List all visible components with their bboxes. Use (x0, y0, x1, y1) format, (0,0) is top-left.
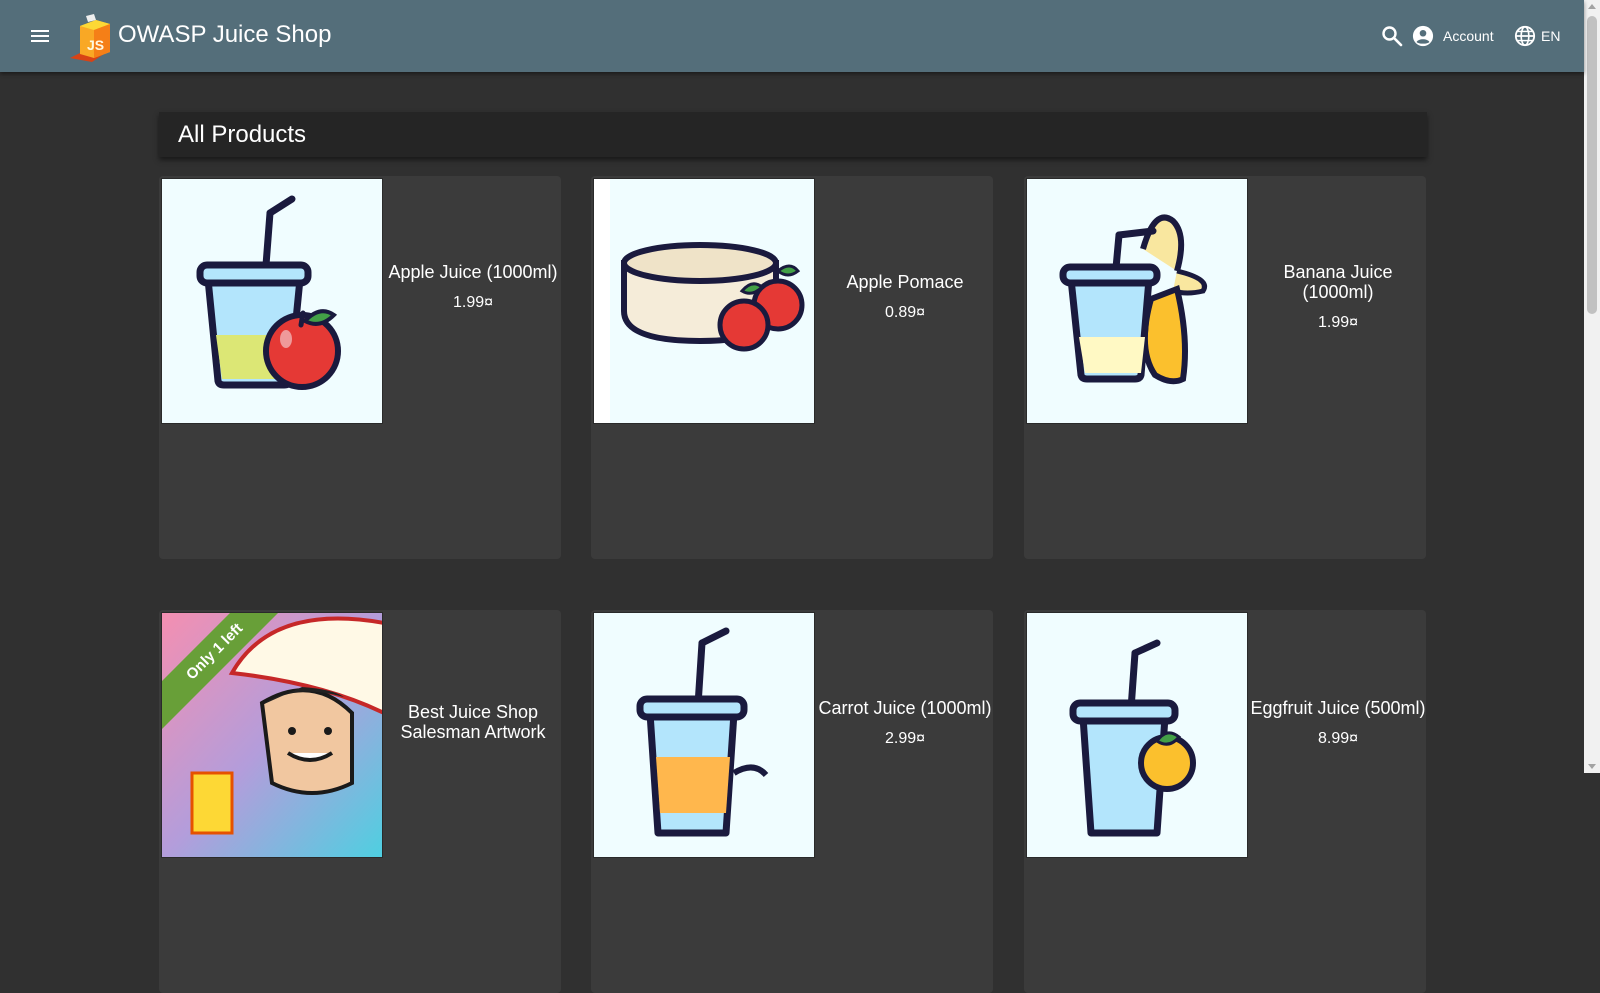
product-card-eggfruit-juice[interactable]: Eggfruit Juice (500ml) 8.99¤ (1024, 610, 1426, 993)
product-price: 1.99¤ (1317, 314, 1359, 331)
product-info: Apple Juice (1000ml) 1.99¤ (385, 262, 561, 312)
product-info: Eggfruit Juice (500ml) 8.99¤ (1250, 698, 1426, 748)
top-toolbar: JS OWASP Juice Shop Account EN (0, 0, 1584, 72)
product-price: 2.99¤ (884, 730, 926, 747)
product-card-banana-juice[interactable]: Banana Juice (1000ml) 1.99¤ (1024, 176, 1426, 559)
account-button[interactable]: Account (1412, 22, 1494, 50)
account-label: Account (1443, 28, 1494, 44)
search-button[interactable] (1380, 24, 1404, 48)
product-image-carrot-juice[interactable] (593, 612, 815, 858)
menu-button[interactable] (26, 22, 54, 50)
scroll-down-arrow-icon[interactable] (1588, 764, 1596, 769)
product-card-apple-pomace[interactable]: Apple Pomace 0.89¤ (591, 176, 993, 559)
product-name: Apple Juice (1000ml) (388, 262, 558, 282)
product-price: 1.99¤ (452, 294, 494, 311)
product-price: 0.89¤ (884, 304, 926, 321)
product-name: Apple Pomace (846, 272, 964, 292)
scrollbar-thumb[interactable] (1587, 16, 1597, 314)
product-image-apple-juice[interactable] (161, 178, 383, 424)
product-info: Banana Juice (1000ml) 1.99¤ (1250, 262, 1426, 332)
app-title[interactable]: OWASP Juice Shop (118, 20, 331, 50)
product-card-salesman-artwork[interactable]: Only 1 left Best Juice Shop Salesman Art… (159, 610, 561, 993)
product-price: 8.99¤ (1317, 730, 1359, 747)
product-image-apple-pomace[interactable] (593, 178, 815, 424)
product-info: Best Juice Shop Salesman Artwork (385, 702, 561, 742)
language-globe-icon (1514, 25, 1536, 47)
account-circle-icon (1412, 25, 1434, 47)
product-info: Apple Pomace 0.89¤ (817, 272, 993, 322)
product-name: Carrot Juice (1000ml) (818, 698, 992, 718)
product-name: Banana Juice (1000ml) (1283, 262, 1393, 302)
page-scrollbar[interactable] (1584, 0, 1600, 773)
product-card-apple-juice[interactable]: Apple Juice (1000ml) 1.99¤ (159, 176, 561, 559)
juice-shop-logo[interactable]: JS (70, 10, 118, 62)
all-products-header: All Products (159, 112, 1427, 157)
menu-icon (31, 30, 49, 42)
svg-text:JS: JS (87, 37, 104, 53)
language-button[interactable]: EN (1514, 22, 1560, 50)
product-name: Eggfruit Juice (500ml) (1250, 698, 1426, 718)
product-image-salesman-artwork[interactable]: Only 1 left (161, 612, 383, 858)
search-icon (1382, 26, 1403, 47)
product-info: Carrot Juice (1000ml) 2.99¤ (817, 698, 993, 748)
page-title: All Products (178, 121, 307, 148)
product-card-carrot-juice[interactable]: Carrot Juice (1000ml) 2.99¤ (591, 610, 993, 993)
scroll-up-arrow-icon[interactable] (1588, 4, 1596, 9)
product-image-eggfruit-juice[interactable] (1026, 612, 1248, 858)
product-image-banana-juice[interactable] (1026, 178, 1248, 424)
product-name: Best Juice Shop Salesman Artwork (400, 702, 546, 742)
language-label: EN (1541, 28, 1561, 44)
